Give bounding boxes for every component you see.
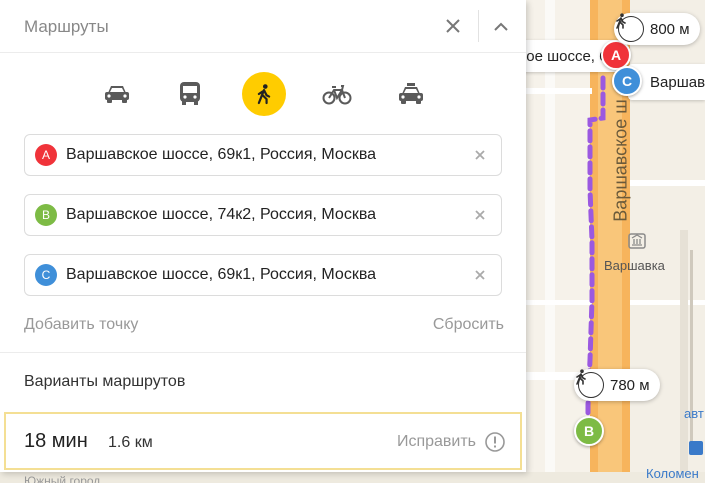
chevron-up-icon bbox=[494, 22, 508, 31]
routes-panel: Маршруты A Варшавское шоссе, 69к1, Росси… bbox=[0, 0, 526, 472]
close-icon bbox=[446, 19, 460, 33]
route-distance: 1.6 км bbox=[108, 434, 153, 451]
clear-icon bbox=[475, 270, 485, 280]
clear-icon bbox=[475, 150, 485, 160]
panel-header: Маршруты bbox=[0, 0, 526, 53]
waypoint-b-field[interactable]: B Варшавское шоссе, 74к2, Россия, Москва bbox=[24, 194, 502, 236]
walk-icon bbox=[576, 369, 604, 398]
pin-b[interactable]: B bbox=[574, 416, 604, 446]
car-icon bbox=[105, 86, 129, 103]
route-time: 18 мин bbox=[24, 430, 88, 452]
district-label: Южный город bbox=[24, 474, 101, 483]
street-label: Варшавское ш bbox=[610, 99, 631, 222]
clear-waypoint-b-button[interactable] bbox=[465, 200, 495, 230]
close-button[interactable] bbox=[437, 10, 469, 42]
waypoint-a-field[interactable]: A Варшавское шоссе, 69к1, Россия, Москва bbox=[24, 134, 502, 176]
waypoint-c-field[interactable]: C Варшавское шоссе, 69к1, Россия, Москва bbox=[24, 254, 502, 296]
waypoint-c-address[interactable]: Варшавское шоссе, 69к1, Россия, Москва bbox=[66, 266, 465, 284]
walk-icon bbox=[257, 84, 271, 105]
waypoint-b-address[interactable]: Варшавское шоссе, 74к2, Россия, Москва bbox=[66, 206, 465, 224]
waypoint-a-address[interactable]: Варшавское шоссе, 69к1, Россия, Москва bbox=[66, 146, 465, 164]
route-variants-title: Варианты маршрутов bbox=[24, 373, 186, 390]
add-point-link[interactable]: Добавить точку bbox=[24, 316, 138, 334]
mode-walk-button[interactable] bbox=[242, 72, 286, 116]
distance-bubble-bottom[interactable]: 780 м bbox=[574, 369, 660, 401]
metro-label: Варшавка bbox=[604, 258, 665, 273]
fix-route-link[interactable]: Исправить bbox=[397, 433, 476, 451]
mode-bike-button[interactable] bbox=[315, 72, 359, 116]
waypoint-c-badge: C bbox=[35, 264, 57, 286]
distance-bubble-top[interactable]: 800 м bbox=[614, 13, 700, 45]
bike-icon bbox=[322, 85, 352, 105]
waypoint-b-badge: B bbox=[35, 204, 57, 226]
clear-waypoint-a-button[interactable] bbox=[465, 140, 495, 170]
distance-top-text: 800 м bbox=[650, 20, 690, 38]
header-separator bbox=[478, 10, 479, 42]
mode-car-button[interactable] bbox=[95, 72, 139, 116]
bus-icon bbox=[180, 82, 200, 105]
transport-modes bbox=[0, 72, 526, 116]
mode-bus-button[interactable] bbox=[168, 72, 212, 116]
metro-icon bbox=[627, 232, 647, 250]
mode-taxi-button[interactable] bbox=[389, 72, 433, 116]
clear-waypoint-c-button[interactable] bbox=[465, 260, 495, 290]
bus-stop-icon bbox=[689, 441, 703, 455]
walk-icon bbox=[616, 13, 644, 42]
distance-bottom-text: 780 м bbox=[610, 376, 650, 394]
route-option-card[interactable]: 18 мин 1.6 км Исправить bbox=[4, 412, 522, 470]
marker-c-text: Варшав bbox=[650, 74, 705, 91]
collapse-button[interactable] bbox=[485, 10, 517, 42]
area-label: авт bbox=[684, 406, 704, 421]
waypoint-a-badge: A bbox=[35, 144, 57, 166]
taxi-icon bbox=[399, 83, 423, 104]
pin-c[interactable]: C bbox=[612, 66, 642, 96]
kolomenskoye-label: Коломен bbox=[646, 466, 699, 481]
reset-link[interactable]: Сбросить bbox=[433, 316, 504, 334]
info-icon[interactable] bbox=[484, 431, 506, 453]
panel-title: Маршруты bbox=[24, 17, 109, 36]
divider bbox=[0, 352, 526, 353]
clear-icon bbox=[475, 210, 485, 220]
